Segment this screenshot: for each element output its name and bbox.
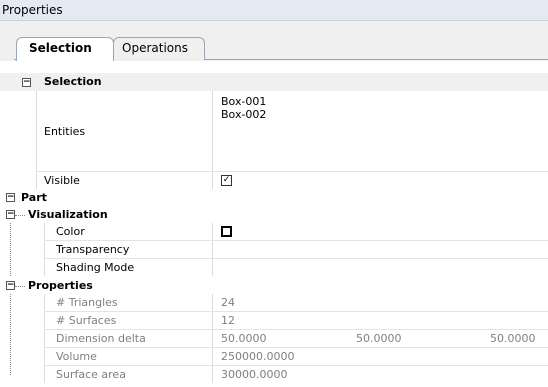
column-divider [212, 348, 213, 365]
collapse-icon[interactable]: − [6, 210, 15, 219]
property-label: Visible [44, 174, 80, 187]
property-value: 250000.0000 [221, 350, 295, 363]
property-row-surfaces[interactable]: # Surfaces 12 [0, 312, 548, 329]
visible-checkbox[interactable]: ✓ [221, 175, 232, 186]
row-indent-line [44, 241, 45, 258]
property-label: Entities [44, 125, 86, 138]
entity-value: Box-001 [221, 95, 267, 108]
category-label: Selection [44, 75, 102, 88]
property-label: Transparency [56, 243, 130, 256]
row-indent-line [44, 330, 45, 347]
tree-connector [10, 366, 11, 375]
category-visualization[interactable]: − Visualization [0, 206, 548, 223]
column-divider [212, 91, 213, 171]
column-divider [212, 366, 213, 383]
column-divider [212, 259, 213, 276]
tree-connector [15, 286, 25, 287]
category-label: Part [21, 191, 47, 204]
property-grid: − Selection Entities Box-001 Box-002 Vis… [0, 61, 548, 387]
entity-value: Box-002 [221, 108, 267, 121]
column-divider [212, 294, 213, 311]
property-row-transparency[interactable]: Transparency [0, 241, 548, 258]
property-row-surface-area[interactable]: Surface area 30000.0000 [0, 366, 548, 383]
property-row-volume[interactable]: Volume 250000.0000 [0, 348, 548, 365]
collapse-icon[interactable]: − [6, 193, 15, 202]
property-row-triangles[interactable]: # Triangles 24 [0, 294, 548, 311]
category-label: Visualization [28, 208, 108, 221]
row-indent-line [44, 312, 45, 329]
collapse-icon[interactable]: − [6, 281, 15, 290]
tree-connector [10, 294, 11, 311]
category-selection[interactable]: − Selection [0, 73, 548, 91]
property-label: Shading Mode [56, 261, 135, 274]
tree-connector [10, 259, 11, 276]
property-label: Volume [56, 350, 97, 363]
tree-connector [10, 241, 11, 258]
row-indent-line [36, 172, 37, 189]
property-label: Surface area [56, 368, 126, 381]
row-indent-line [44, 294, 45, 311]
color-swatch[interactable] [221, 226, 232, 237]
property-value: 24 [221, 296, 235, 309]
property-row-dimension-delta[interactable]: Dimension delta 50.0000 50.0000 50.0000 [0, 330, 548, 347]
dimension-z-value: 50.0000 [490, 332, 536, 345]
category-part[interactable]: − Part [0, 189, 548, 206]
row-indent-line [44, 366, 45, 383]
tree-connector [10, 348, 11, 365]
tree-connector [10, 312, 11, 329]
property-label: # Triangles [56, 296, 118, 309]
property-row-entities[interactable]: Entities Box-001 Box-002 [0, 91, 548, 171]
row-indent-line [44, 223, 45, 240]
tab-strip: Selection Operations [0, 21, 548, 61]
column-divider [212, 330, 213, 347]
row-indent-line [44, 259, 45, 276]
tab-selection[interactable]: Selection [16, 37, 114, 61]
dimension-y-value: 50.0000 [356, 332, 402, 345]
panel-title: Properties [2, 3, 63, 17]
collapse-icon[interactable]: − [22, 78, 31, 87]
tree-connector [15, 215, 25, 216]
row-indent-line [44, 348, 45, 365]
column-divider [212, 312, 213, 329]
column-divider [212, 223, 213, 240]
row-indent-line [36, 91, 37, 171]
panel-title-bar: Properties [0, 0, 548, 21]
dimension-x-value: 50.0000 [221, 332, 267, 345]
property-row-color[interactable]: Color [0, 223, 548, 240]
property-row-shading-mode[interactable]: Shading Mode [0, 259, 548, 276]
property-value: 12 [221, 314, 235, 327]
category-label: Properties [28, 279, 93, 292]
column-divider [212, 172, 213, 189]
tree-connector [10, 223, 11, 240]
tree-connector [10, 330, 11, 347]
property-label: # Surfaces [56, 314, 117, 327]
property-label: Color [56, 225, 85, 238]
category-properties[interactable]: − Properties [0, 277, 548, 294]
property-label: Dimension delta [56, 332, 146, 345]
property-row-visible[interactable]: Visible ✓ [0, 172, 548, 189]
column-divider [212, 241, 213, 258]
tab-operations[interactable]: Operations [113, 37, 205, 60]
property-value: 30000.0000 [221, 368, 288, 381]
